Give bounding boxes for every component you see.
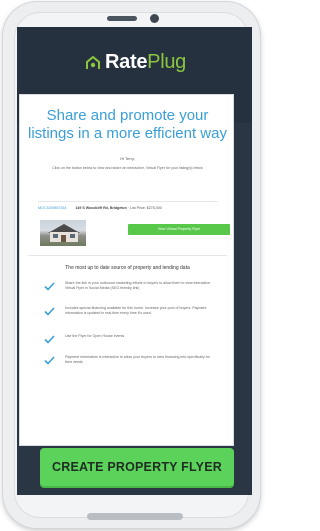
speaker-grille <box>107 16 137 21</box>
feature-text: Payment information is interactive to al… <box>65 355 210 364</box>
logo-text-rate: Rate <box>105 51 148 73</box>
logo-text-plug: Plug <box>147 51 186 73</box>
feature-item: Use the Flyer for Open House events <box>44 334 214 344</box>
email-greeting: Hi Terry, <box>120 156 135 161</box>
house-plug-icon <box>86 55 100 69</box>
divider <box>28 255 227 256</box>
rateplug-logo: RatePlug <box>85 51 186 74</box>
feature-text: Share the link in your outbound marketin… <box>65 281 210 290</box>
listing-address: 149 S Woodcliff Rd, Bridgeton <box>75 206 127 210</box>
features-title: The most up to date source of property a… <box>65 265 190 271</box>
email-preview-card: Share and promote your listings in a mor… <box>19 94 234 446</box>
listing-row: MLS 3209857264 149 S Woodcliff Rd, Bridg… <box>38 206 218 210</box>
create-property-flyer-button[interactable]: CREATE PROPERTY FLYER <box>40 448 234 486</box>
email-intro: Click on the button below to view and sh… <box>52 166 203 170</box>
feature-item: Share the link in your outbound marketin… <box>44 281 214 291</box>
front-camera <box>150 14 159 23</box>
feature-item: Includes special financing available for… <box>44 306 214 316</box>
listing-price: List Price: $275,000 <box>130 206 162 210</box>
feature-item: Payment information is interactive to al… <box>44 355 214 365</box>
check-icon <box>44 356 55 365</box>
listing-mls-label: MLS 3209857264 <box>38 206 67 210</box>
logo-text: RatePlug <box>105 51 186 74</box>
divider <box>38 201 218 202</box>
house-window <box>70 234 75 238</box>
house-window <box>53 234 58 238</box>
check-icon <box>44 307 55 316</box>
view-virtual-flyer-button[interactable]: View Virtual Property Flyer <box>128 224 230 235</box>
phone-frame: RatePlug Share and promote your listings… <box>3 2 260 528</box>
feature-text: Use the Flyer for Open House events <box>65 334 125 338</box>
listing-photo <box>40 220 86 246</box>
check-icon <box>44 335 55 344</box>
email-headline: Share and promote your listings in a mor… <box>28 107 227 142</box>
home-indicator <box>87 513 183 520</box>
house-door <box>61 235 66 242</box>
check-icon <box>44 282 55 291</box>
feature-text: Includes special financing available for… <box>65 306 207 315</box>
